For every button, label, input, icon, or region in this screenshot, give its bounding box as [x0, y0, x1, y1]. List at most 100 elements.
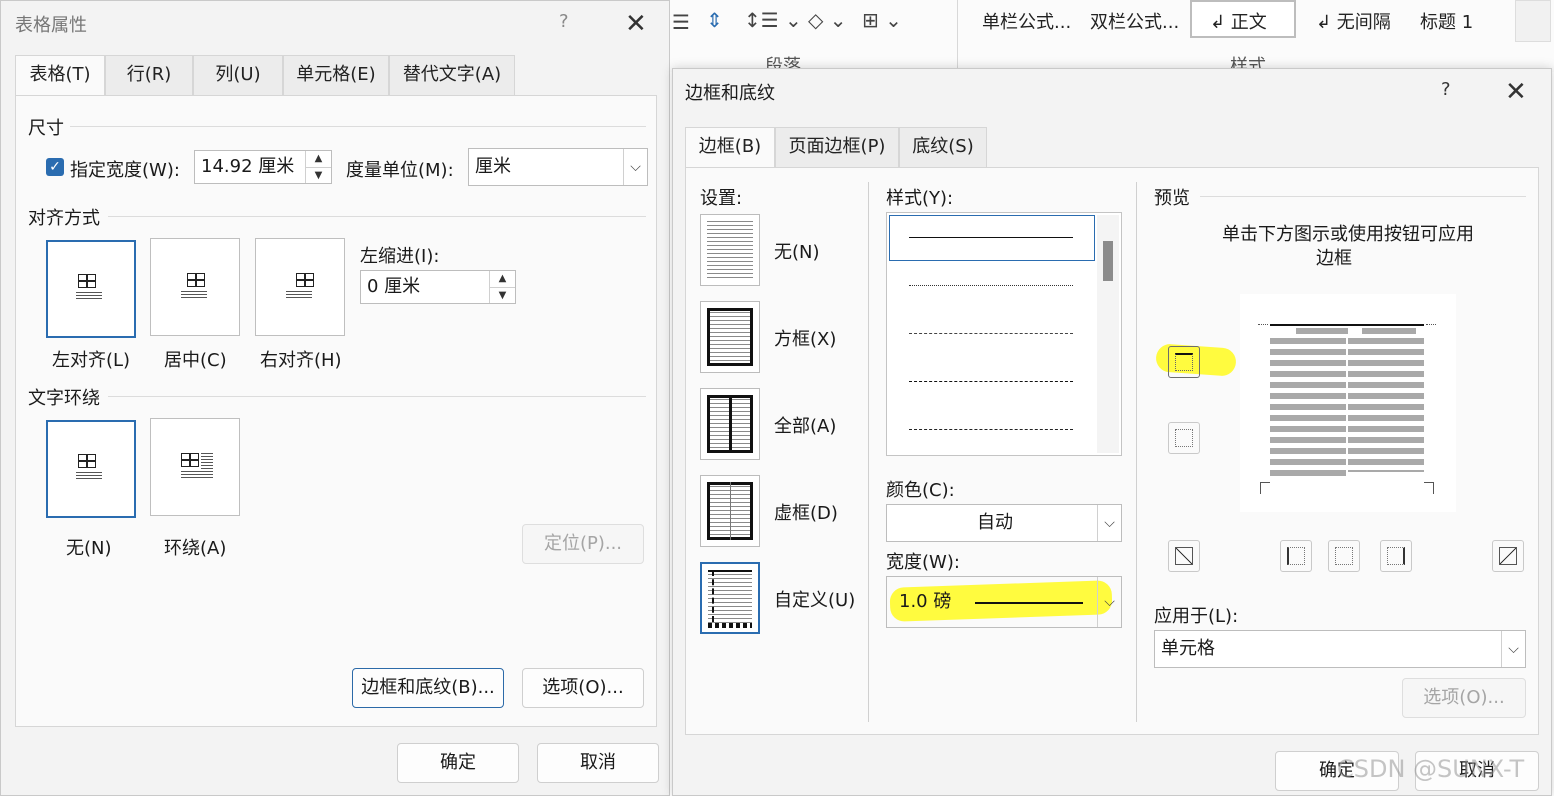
ribbon-paragraph-tools: ☰ ⇕ ↕☰ ⌄ ◇ ⌄ ⊞ ⌄	[670, 6, 910, 38]
tab-table[interactable]: 表格(T)	[15, 55, 105, 97]
preview-label: 预览	[1154, 188, 1190, 209]
borders-tab-panel: 设置: 无(N) 方框(X) 全部(A) 虚框(D) 自定义(U) 样式(Y):…	[685, 167, 1539, 735]
preferred-width-label: 指定宽度(W):	[70, 160, 180, 181]
border-inside-v-icon	[1335, 547, 1353, 565]
style-dash-dot[interactable]	[909, 429, 1073, 430]
align-center-option[interactable]	[150, 238, 240, 336]
style-item[interactable]: ↲ 无间隔	[1316, 8, 1391, 34]
tab-bar: 表格(T) 行(R) 列(U) 单元格(E) 替代文字(A)	[15, 55, 515, 97]
style-item[interactable]: 标题 1	[1420, 8, 1473, 34]
setting-custom-label[interactable]: 自定义(U)	[774, 586, 855, 612]
help-button[interactable]: ?	[559, 11, 569, 32]
table-left-icon	[78, 274, 96, 288]
scrollbar-thumb[interactable]	[1103, 241, 1113, 281]
dialog-title: 表格属性	[15, 15, 87, 36]
setting-all-icon[interactable]	[700, 388, 760, 460]
align-center-label: 居中(C)	[164, 350, 227, 371]
chevron-down-icon: ⌵	[1097, 577, 1121, 627]
style-dash[interactable]	[909, 381, 1073, 382]
style-small-dash[interactable]	[909, 333, 1073, 334]
right-border-button[interactable]	[1380, 540, 1412, 572]
style-item[interactable]: 双栏公式...	[1090, 8, 1179, 34]
table-icon	[78, 454, 96, 468]
tab-borders[interactable]: 边框(B)	[685, 127, 775, 169]
style-dotted[interactable]	[909, 285, 1073, 286]
ok-button[interactable]: 确定	[397, 743, 519, 783]
options-button[interactable]: 选项(O)...	[1402, 678, 1526, 718]
paragraph-spacing-icon[interactable]: ↕☰ ⌄	[744, 8, 802, 32]
tab-shading[interactable]: 底纹(S)	[899, 127, 987, 167]
line-spacing-icon[interactable]: ⇕	[706, 8, 723, 32]
wrap-around-option[interactable]	[150, 418, 240, 516]
width-spinner[interactable]: ▲ ▼	[305, 151, 331, 183]
color-select[interactable]: 自动 ⌵	[886, 504, 1122, 542]
indent-spinner[interactable]: ▲ ▼	[489, 271, 515, 303]
table-right-icon	[296, 273, 314, 287]
preview-text-right	[1348, 338, 1424, 472]
width-select[interactable]: 1.0 磅 ⌵	[886, 576, 1122, 628]
style-item[interactable]: 单栏公式...	[982, 8, 1071, 34]
preferred-width-input[interactable]: 14.92 厘米 ▲ ▼	[194, 150, 332, 184]
style-item-selected[interactable]: ↲ 正文	[1190, 0, 1296, 38]
diagonal-down-border-button[interactable]	[1492, 540, 1524, 572]
middle-horizontal-border-button[interactable]	[1168, 422, 1200, 454]
measure-in-select[interactable]: 厘米 ⌵	[468, 148, 648, 186]
setting-none-icon[interactable]	[700, 214, 760, 286]
borders-shading-dialog: 边框和底纹 ? ✕ 边框(B) 页面边框(P) 底纹(S) 设置: 无(N) 方…	[672, 68, 1552, 796]
preview-text-left	[1270, 338, 1346, 480]
close-icon[interactable]: ✕	[625, 11, 647, 37]
apply-to-label: 应用于(L):	[1154, 606, 1239, 627]
wrap-none-option[interactable]	[46, 420, 136, 518]
setting-label: 设置:	[700, 188, 743, 209]
width-label: 宽度(W):	[886, 552, 960, 573]
indent-icon[interactable]: ☰	[672, 10, 690, 34]
chevron-down-icon: ⌵	[623, 149, 647, 185]
help-button[interactable]: ?	[1441, 79, 1451, 100]
setting-all-label[interactable]: 全部(A)	[774, 412, 836, 438]
diagonal-down-icon	[1499, 547, 1517, 565]
style-gallery-scroll[interactable]	[1515, 0, 1551, 42]
tab-alt-text[interactable]: 替代文字(A)	[389, 55, 515, 95]
tab-cell[interactable]: 单元格(E)	[283, 55, 389, 95]
setting-none-label[interactable]: 无(N)	[774, 238, 820, 264]
top-border-button[interactable]	[1168, 346, 1200, 378]
align-left-option[interactable]	[46, 240, 136, 338]
style-list[interactable]	[886, 212, 1122, 456]
preferred-width-checkbox[interactable]: ✓	[46, 158, 64, 176]
options-button[interactable]: 选项(O)...	[522, 668, 644, 708]
setting-box-label[interactable]: 方框(X)	[774, 325, 836, 351]
diagonal-up-border-button[interactable]	[1168, 540, 1200, 572]
tab-row[interactable]: 行(R)	[105, 55, 193, 95]
style-scrollbar[interactable]	[1097, 215, 1119, 453]
setting-box-icon[interactable]	[700, 301, 760, 373]
tab-column[interactable]: 列(U)	[193, 55, 283, 95]
column-divider	[1136, 182, 1137, 722]
table-wrap-icon	[181, 453, 199, 467]
apply-to-select[interactable]: 单元格 ⌵	[1154, 630, 1526, 668]
tab-page-border[interactable]: 页面边框(P)	[775, 127, 899, 167]
style-item-selected[interactable]	[889, 215, 1095, 261]
dialog-title: 边框和底纹	[685, 83, 775, 104]
setting-grid-label[interactable]: 虚框(D)	[774, 499, 838, 525]
setting-custom-icon[interactable]	[700, 562, 760, 634]
chevron-down-icon: ⌵	[1097, 505, 1121, 541]
watermark: CSDN @SUNX-T	[1337, 755, 1525, 783]
inside-vertical-border-button[interactable]	[1328, 540, 1360, 572]
left-border-button[interactable]	[1280, 540, 1312, 572]
setting-grid-icon[interactable]	[700, 475, 760, 547]
style-solid[interactable]	[909, 237, 1073, 238]
close-icon[interactable]: ✕	[1505, 79, 1527, 105]
align-right-option[interactable]	[255, 238, 345, 336]
preview-area[interactable]	[1240, 294, 1456, 512]
cancel-button[interactable]: 取消	[537, 743, 659, 783]
shading-icon[interactable]: ◇ ⌄	[808, 8, 847, 32]
borders-icon[interactable]: ⊞ ⌄	[862, 8, 902, 32]
borders-and-shading-button[interactable]: 边框和底纹(B)...	[352, 668, 504, 708]
size-group-label: 尺寸	[28, 118, 64, 139]
preview-hint-line-1: 单击下方图示或使用按钮可应用	[1222, 224, 1474, 245]
table-tab-panel: 尺寸 ✓ 指定宽度(W): 14.92 厘米 ▲ ▼ 度量单位(M): 厘米 ⌵ …	[15, 95, 657, 727]
positioning-button[interactable]: 定位(P)...	[522, 524, 644, 564]
indent-input[interactable]: 0 厘米 ▲ ▼	[360, 270, 516, 304]
chevron-down-icon: ⌵	[1501, 631, 1525, 667]
style-gallery: 单栏公式... 双栏公式... ↲ 正文 ↲ 无间隔 标题 1	[972, 0, 1512, 40]
